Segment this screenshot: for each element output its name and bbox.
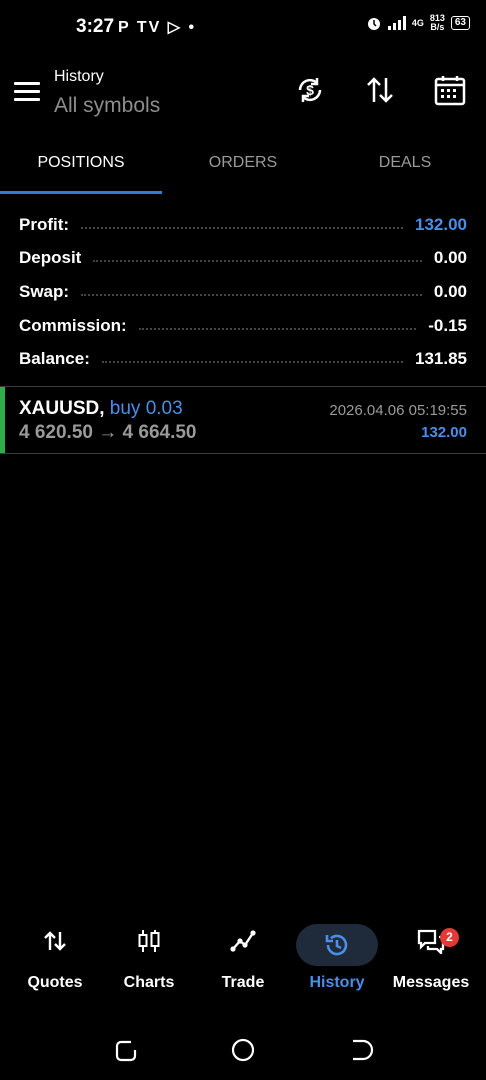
open-price: 4 620.50: [19, 422, 93, 443]
system-navigation: [0, 1030, 486, 1070]
network-speed: 813 B/s: [430, 14, 445, 32]
tab-positions[interactable]: POSITIONS: [0, 140, 162, 190]
alarm-icon: [367, 18, 380, 30]
dotted-leader: [81, 293, 422, 296]
bottom-navigation: Quotes Charts Trade History 2 Messages: [0, 918, 486, 1008]
nav-label: History: [309, 974, 365, 991]
summary-label: Balance:: [19, 349, 90, 369]
summary-row-balance: Balance: 131.85: [19, 342, 467, 376]
home-icon[interactable]: [229, 1036, 257, 1064]
network-type: 4G: [411, 18, 424, 28]
recent-apps-icon[interactable]: [111, 1036, 139, 1064]
refresh-currency-icon[interactable]: $: [294, 74, 326, 106]
app-header: History All symbols $: [0, 58, 486, 128]
summary-label: Commission:: [19, 315, 127, 335]
position-list-item[interactable]: XAUUSD, buy 0.03 4 620.50 → 4 664.50 202…: [0, 386, 486, 454]
nav-quotes[interactable]: Quotes: [8, 918, 102, 1006]
summary-value: 0.00: [433, 281, 467, 301]
status-right-group: 4G 813 B/s 63: [366, 14, 470, 32]
history-icon: [325, 934, 348, 956]
svg-text:$: $: [306, 82, 314, 98]
position-symbol-line: XAUUSD, buy 0.03: [19, 398, 183, 420]
summary-value: -0.15: [428, 315, 467, 335]
candlestick-icon: [138, 930, 160, 952]
position-profit: 132.00: [421, 424, 467, 441]
position-side: buy 0.03: [109, 398, 183, 419]
menu-icon[interactable]: [14, 82, 40, 102]
summary-row-deposit: Deposit 0.00: [19, 242, 467, 276]
nav-label: Messages: [392, 974, 470, 991]
quotes-icon: [44, 931, 66, 951]
status-app-icons: P TV ▷ •: [118, 19, 197, 36]
summary-label: Swap:: [19, 281, 70, 301]
nav-charts[interactable]: Charts: [102, 918, 196, 1006]
dotted-leader: [138, 327, 417, 330]
position-prices: 4 620.50 → 4 664.50: [19, 422, 197, 444]
close-price: 4 664.50: [122, 422, 197, 443]
dotted-leader: [101, 361, 403, 364]
page-title: History: [54, 68, 104, 85]
summary-value: 0.00: [433, 248, 467, 268]
speed-unit: B/s: [430, 22, 445, 32]
summary-label: Deposit: [19, 248, 82, 268]
sort-icon[interactable]: [364, 74, 396, 106]
account-summary: Profit: 132.00 Deposit 0.00 Swap: 0.00 C…: [19, 208, 467, 376]
buy-indicator-bar: [0, 387, 5, 453]
dotted-leader: [93, 260, 422, 263]
dotted-leader: [81, 226, 403, 229]
nav-history[interactable]: History: [290, 918, 384, 1006]
price-arrow: →: [98, 422, 118, 443]
status-bar: 3:27 P TV ▷ • 4G 813 B/s 63: [0, 0, 486, 54]
active-tab-indicator: [0, 191, 162, 194]
summary-row-swap: Swap: 0.00: [19, 275, 467, 309]
summary-row-commission: Commission: -0.15: [19, 309, 467, 343]
trade-line-icon: [230, 930, 256, 952]
back-icon[interactable]: [347, 1036, 375, 1064]
calendar-icon[interactable]: [434, 74, 466, 106]
position-symbol: XAUUSD,: [19, 398, 105, 419]
summary-row-profit: Profit: 132.00: [19, 208, 467, 242]
tab-deals[interactable]: DEALS: [324, 140, 486, 190]
unread-badge: 2: [440, 928, 459, 947]
battery-icon: 63: [450, 16, 470, 30]
history-tabs: POSITIONS ORDERS DEALS: [0, 140, 486, 194]
nav-messages[interactable]: 2 Messages: [384, 918, 478, 1006]
summary-value: 131.85: [415, 349, 467, 369]
nav-trade[interactable]: Trade: [196, 918, 290, 1006]
signal-icon: [387, 16, 406, 30]
symbol-filter[interactable]: All symbols: [54, 94, 160, 118]
status-time: 3:27: [76, 16, 115, 37]
nav-label: Trade: [221, 974, 265, 991]
nav-label: Charts: [123, 974, 175, 991]
position-time: 2026.04.06 05:19:55: [329, 402, 467, 419]
summary-label: Profit:: [19, 214, 70, 234]
nav-label: Quotes: [27, 974, 83, 991]
tab-orders[interactable]: ORDERS: [162, 140, 324, 190]
summary-value: 132.00: [415, 214, 467, 234]
